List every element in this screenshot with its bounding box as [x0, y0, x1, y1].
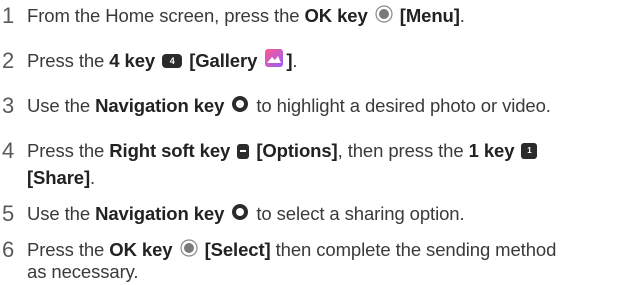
step-number: 4 [2, 138, 15, 163]
one-key-icon: 1 [521, 143, 538, 160]
navigation-key-icon [231, 201, 249, 228]
key-name: OK key [304, 5, 368, 26]
ok-key-icon [375, 3, 393, 30]
key-name: 4 key [109, 50, 156, 71]
menu-label: [Menu] [399, 5, 460, 26]
navigation-key-icon [231, 93, 249, 120]
options-label: [Options] [256, 140, 338, 161]
key-name: 1 key [468, 140, 515, 161]
gallery-label: [Gallery [189, 50, 258, 71]
step-text: From the Home screen, press the [27, 5, 305, 26]
step-number: 5 [2, 201, 15, 226]
key-name: Navigation key [95, 95, 225, 116]
step-number: 1 [2, 3, 15, 28]
step-number: 2 [2, 48, 15, 73]
select-label: [Select] [204, 239, 271, 260]
key-name: Navigation key [95, 203, 225, 224]
step-number: 3 [2, 93, 15, 118]
four-key-icon: 4 [162, 54, 183, 69]
share-label: [Share] [27, 167, 91, 188]
gallery-app-icon [264, 48, 284, 75]
right-soft-key-icon [237, 143, 250, 159]
key-name: OK key [109, 239, 173, 260]
key-name: Right soft key [109, 140, 231, 161]
step-number: 6 [2, 237, 15, 262]
